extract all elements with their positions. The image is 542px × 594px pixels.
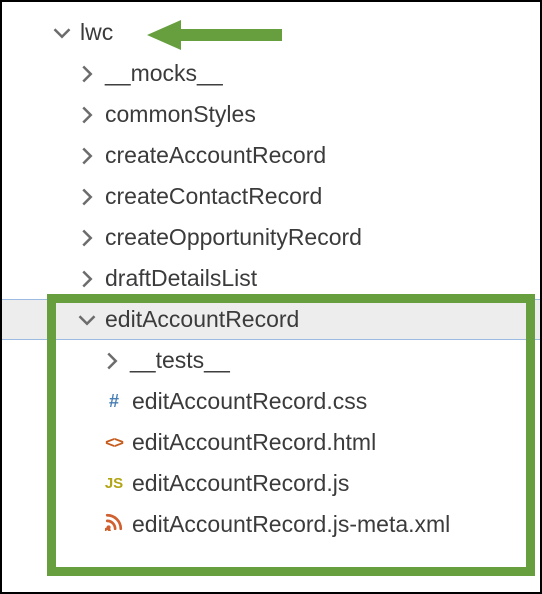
file-label: editAccountRecord.css [132,388,367,415]
file-type-icon [102,513,126,536]
tree-folder-createAccountRecord[interactable]: createAccountRecord [2,135,540,176]
chevron-right-icon [77,228,97,248]
file-explorer-screenshot: lwc __mocks__ commonStyles createAccountRe… [0,0,542,594]
tree-file-editAccountRecord.js[interactable]: JS editAccountRecord.js [2,463,540,504]
file-label: editAccountRecord.js-meta.xml [132,511,450,538]
folder-label: createContactRecord [105,183,322,210]
file-tree: lwc __mocks__ commonStyles createAccountRe… [2,2,540,545]
folder-label: __mocks__ [105,60,223,87]
chevron-right-icon [77,187,97,207]
chevron-right-icon [102,351,122,371]
folder-label: lwc [80,19,113,46]
tree-folder-editAccountRecord[interactable]: editAccountRecord [2,299,540,340]
folder-label: editAccountRecord [105,306,299,333]
tree-folder-createOpportunityRecord[interactable]: createOpportunityRecord [2,217,540,258]
tree-file-editAccountRecord.html[interactable]: <> editAccountRecord.html [2,422,540,463]
folder-label: commonStyles [105,101,256,128]
chevron-down-icon [52,23,72,43]
tree-folder-__mocks__[interactable]: __mocks__ [2,53,540,94]
file-type-icon: JS [102,475,126,492]
file-label: editAccountRecord.js [132,470,349,497]
chevron-right-icon [77,146,97,166]
chevron-down-icon [77,310,97,330]
folder-label: __tests__ [130,347,230,374]
chevron-right-icon [77,269,97,289]
chevron-right-icon [77,64,97,84]
tree-file-editAccountRecord.js-meta.xml[interactable]: editAccountRecord.js-meta.xml [2,504,540,545]
tree-folder-draftDetailsList[interactable]: draftDetailsList [2,258,540,299]
file-label: editAccountRecord.html [132,429,376,456]
tree-folder-commonStyles[interactable]: commonStyles [2,94,540,135]
tree-file-editAccountRecord.css[interactable]: # editAccountRecord.css [2,381,540,422]
file-type-icon: # [102,391,126,412]
tree-folder-tests[interactable]: __tests__ [2,340,540,381]
file-type-icon: <> [102,433,126,453]
folder-label: createAccountRecord [105,142,326,169]
folder-label: draftDetailsList [105,265,257,292]
tree-folder-createContactRecord[interactable]: createContactRecord [2,176,540,217]
tree-folder-lwc[interactable]: lwc [2,12,540,53]
chevron-right-icon [77,105,97,125]
folder-label: createOpportunityRecord [105,224,362,251]
